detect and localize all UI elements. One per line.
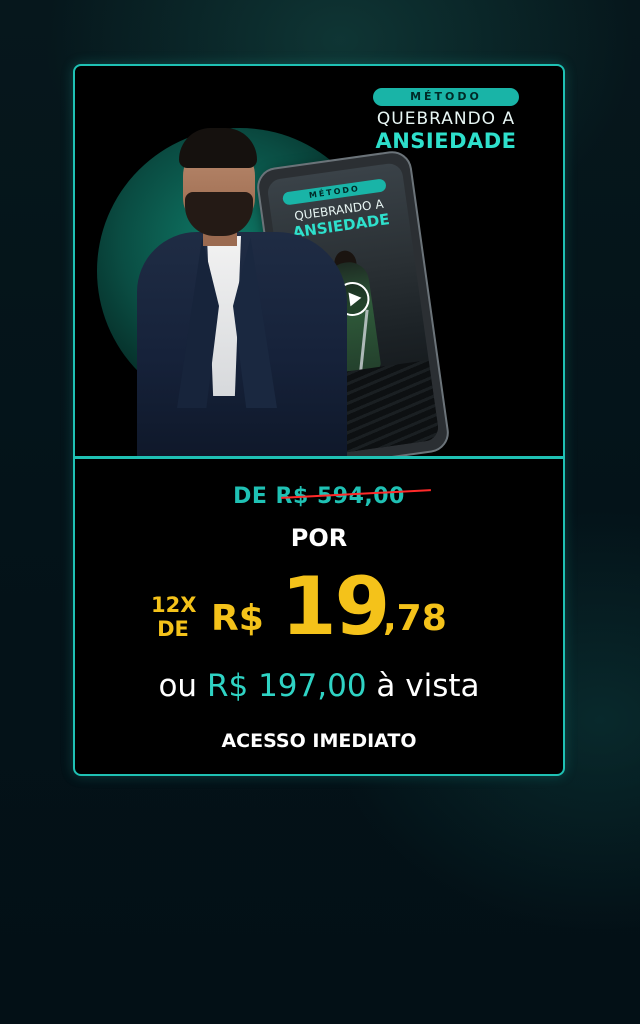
installments-label: 12X DE [151, 593, 197, 641]
installment-cents: ,78 [383, 598, 447, 639]
offer-card: MÉTODO QUEBRANDO A ANSIEDADE MÉTODO QUEB… [73, 64, 565, 776]
presenter-hair [179, 128, 257, 168]
cash-value: R$ 197,00 [206, 668, 367, 704]
cash-prefix: ou [158, 668, 198, 704]
hero-divider [75, 456, 563, 459]
old-price: DE R$ 594,00 [75, 484, 563, 509]
product-logo: MÉTODO QUEBRANDO A ANSIEDADE [371, 88, 521, 153]
logo-title: ANSIEDADE [375, 129, 517, 153]
por-label: POR [290, 524, 348, 552]
installment-value: 19 [281, 560, 390, 653]
currency-symbol: R$ [211, 598, 264, 639]
installments-count: 12X [151, 593, 197, 617]
logo-subtitle: QUEBRANDO A [376, 109, 516, 129]
cash-price: ou R$ 197,00 à vista [75, 668, 563, 704]
presenter-beard [185, 192, 253, 236]
cash-suffix: à vista [376, 668, 480, 704]
hero-banner: MÉTODO QUEBRANDO A ANSIEDADE MÉTODO QUEB… [75, 66, 563, 458]
access-label: ACESSO IMEDIATO [221, 730, 417, 752]
installments-de: DE [157, 617, 189, 641]
presenter-photo [137, 128, 347, 458]
logo-badge: MÉTODO [373, 88, 519, 106]
